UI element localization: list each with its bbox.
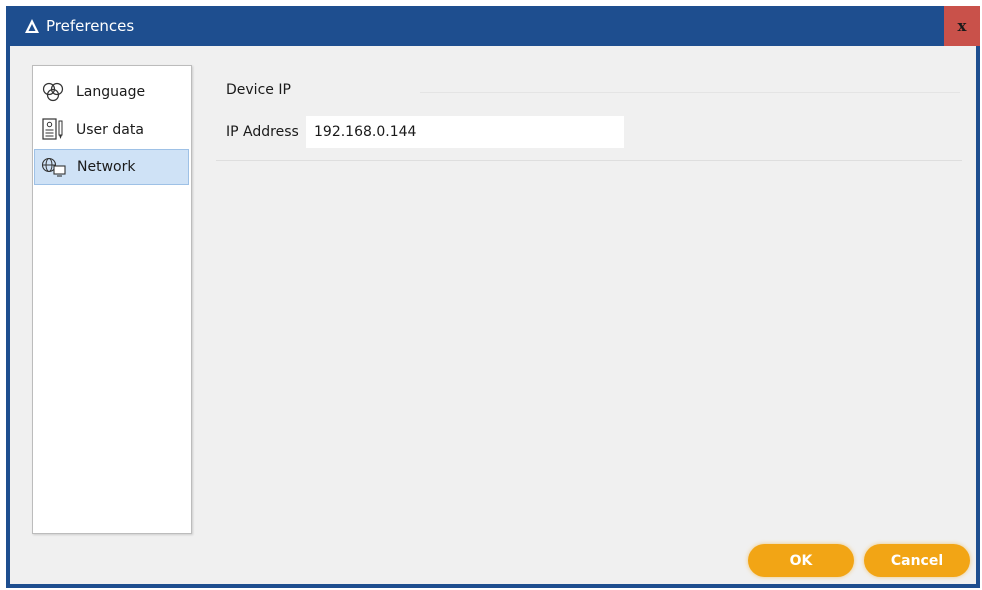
title-bar[interactable]: Preferences x	[6, 6, 980, 46]
cancel-button[interactable]: Cancel	[864, 544, 970, 577]
sidebar-item-network[interactable]: Network	[34, 149, 189, 185]
section-divider	[420, 92, 960, 93]
language-icon	[40, 79, 66, 105]
app-logo-icon	[25, 19, 39, 33]
window-title: Preferences	[46, 17, 135, 35]
preferences-sidebar: Language User data Network	[32, 65, 192, 534]
content-divider	[216, 160, 962, 161]
network-icon	[41, 154, 67, 180]
close-icon: x	[957, 17, 967, 35]
preferences-window: Preferences x Language User data Network…	[6, 6, 980, 588]
section-title-device-ip: Device IP	[226, 82, 291, 98]
dialog-body: Language User data Network Device IP IP …	[10, 46, 976, 584]
sidebar-item-label: Language	[76, 84, 146, 100]
sidebar-item-language[interactable]: Language	[34, 74, 189, 110]
ok-button[interactable]: OK	[748, 544, 854, 577]
sidebar-item-label: User data	[76, 122, 144, 138]
user-data-icon	[40, 117, 66, 143]
ip-address-input[interactable]	[306, 116, 624, 148]
sidebar-item-label: Network	[77, 159, 136, 175]
close-button[interactable]: x	[944, 6, 980, 46]
sidebar-item-user-data[interactable]: User data	[34, 112, 189, 148]
ip-address-label: IP Address	[226, 124, 299, 140]
